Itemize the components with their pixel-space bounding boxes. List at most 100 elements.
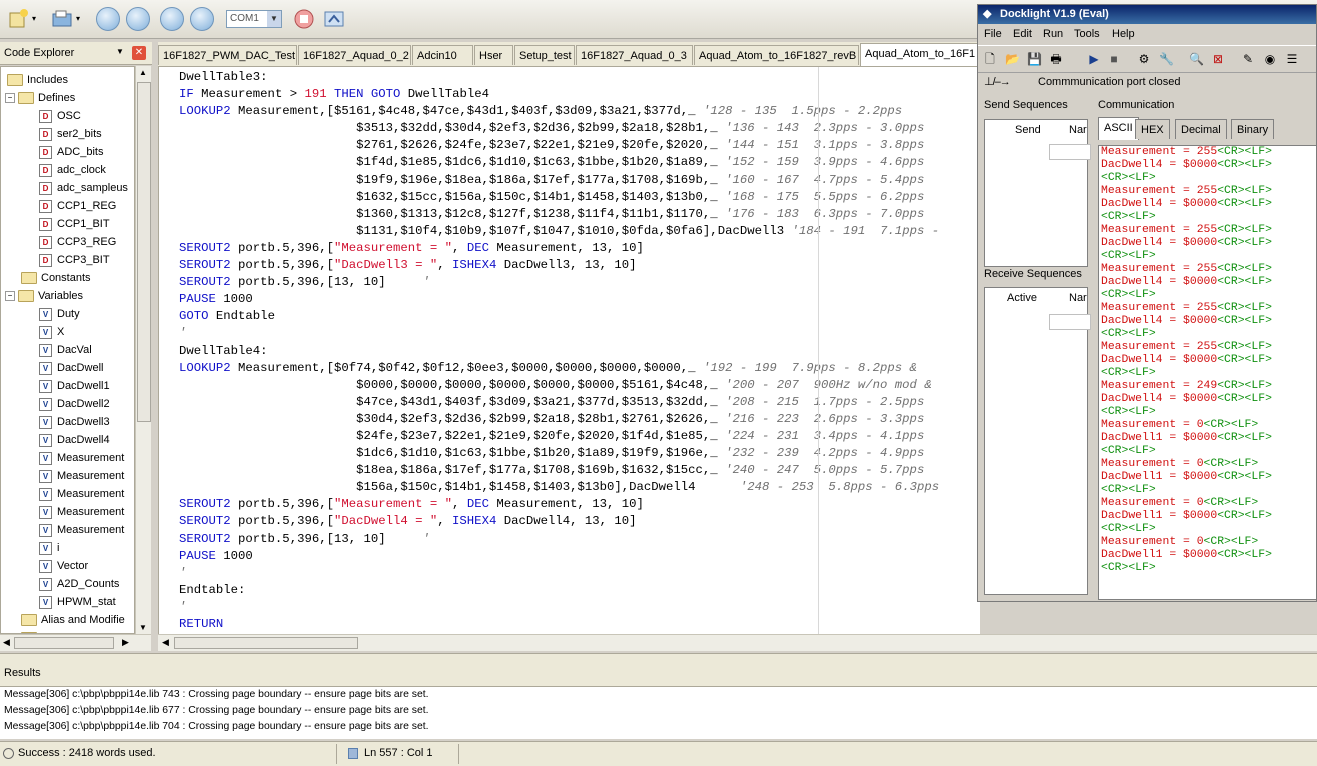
save-icon[interactable]: 💾 (1027, 52, 1042, 66)
code-editor[interactable]: DwellTable3: IF Measurement > 191 THEN G… (158, 67, 980, 634)
snapshot-icon[interactable]: ◉ (1263, 52, 1277, 66)
open-dropdown-icon[interactable]: ▾ (76, 7, 86, 31)
tab-decimal[interactable]: Decimal (1175, 119, 1227, 139)
scroll-right-icon[interactable]: ▶ (122, 637, 129, 648)
print-icon[interactable]: 🖶 (1049, 52, 1063, 66)
tree-item[interactable]: Includes (7, 71, 68, 89)
editor-tab[interactable]: Aquad_Atom_to_16F1827_revB (694, 45, 859, 65)
chevron-down-icon[interactable]: ▼ (116, 47, 124, 56)
loader-icon[interactable] (322, 7, 346, 31)
editor-tab[interactable]: 16F1827_PWM_DAC_Test (158, 45, 297, 65)
scroll-thumb[interactable] (174, 637, 358, 649)
tree-vertical-scrollbar[interactable]: ▲ ▼ (135, 66, 151, 634)
serial-communicator-icon[interactable] (292, 7, 316, 31)
tree-item[interactable]: D CCP3_REG (39, 233, 116, 251)
send-row-field[interactable] (1049, 144, 1091, 160)
tree-item[interactable]: Dser2_bits (39, 125, 102, 143)
editor-tab[interactable]: Aquad_Atom_to_16F1 (860, 43, 980, 66)
tree-item[interactable]: D CCP3_BIT (39, 251, 110, 269)
editor-horizontal-scrollbar[interactable]: ◀ (158, 634, 1317, 651)
open-project-icon[interactable]: 📂 (1005, 52, 1020, 66)
communication-log[interactable]: Measurement = 255<CR><LF> DacDwell4 = $0… (1098, 145, 1316, 600)
stop-icon[interactable]: ■ (1107, 52, 1121, 66)
tree-item[interactable]: V DacVal (39, 341, 92, 359)
menu-edit[interactable]: Edit (1013, 25, 1032, 44)
tree-item[interactable]: V Measurement (39, 521, 124, 539)
start-icon[interactable]: ▶ (1087, 52, 1101, 66)
find-icon[interactable]: 🔍 (1189, 52, 1204, 66)
scroll-down-icon[interactable]: ▼ (139, 623, 147, 632)
editor-tab[interactable]: 16F1827_Aquad_0_3 (576, 45, 693, 65)
result-message[interactable]: Message[306] c:\pbp\pbppi14e.lib 704 : C… (4, 721, 429, 732)
scroll-thumb[interactable] (14, 637, 114, 649)
tree-item[interactable]: D OSC (39, 107, 81, 125)
editor-tab[interactable]: Adcin10 (412, 45, 473, 65)
tab-binary[interactable]: Binary (1231, 119, 1275, 139)
settings-icon[interactable]: ⚙ (1137, 52, 1151, 66)
pause-icon[interactable] (160, 7, 184, 31)
menu-tools[interactable]: Tools (1074, 25, 1100, 44)
close-icon[interactable]: ✕ (132, 46, 146, 60)
scroll-up-icon[interactable]: ▲ (139, 68, 147, 77)
tree-item-label: adc_sampleus (57, 182, 128, 194)
tree-item[interactable]: Constants (21, 269, 91, 287)
tree-item[interactable]: V HPWM_stat (39, 593, 116, 611)
scroll-left-icon[interactable]: ◀ (162, 637, 169, 648)
receive-sequences-list[interactable]: Active Nar (984, 287, 1091, 595)
tree-item-label: HPWM_stat (57, 596, 116, 608)
tree-item[interactable]: VX (39, 323, 64, 341)
open-file-icon[interactable] (50, 7, 74, 31)
tree-item[interactable]: V Measurement (39, 485, 124, 503)
menu-help[interactable]: Help (1112, 25, 1135, 44)
tree-item[interactable]: Dadc_sampleus (39, 179, 128, 197)
collapse-icon[interactable]: − (5, 291, 15, 302)
tree-item[interactable]: V Duty (39, 305, 80, 323)
scroll-left-icon[interactable]: ◀ (3, 637, 10, 648)
scroll-thumb[interactable] (137, 82, 151, 422)
tree-item[interactable]: V Measurement (39, 467, 124, 485)
tree-item[interactable]: V DacDwell (39, 359, 103, 377)
tree-item-label: Measurement (57, 506, 125, 518)
compile-icon[interactable] (96, 7, 120, 31)
tree-item[interactable]: V DacDwell1 (39, 377, 110, 395)
receive-row-field[interactable] (1049, 314, 1091, 330)
tree-item[interactable]: V Measurement (39, 449, 124, 467)
tab-hex[interactable]: HEX (1135, 119, 1170, 139)
result-message[interactable]: Message[306] c:\pbp\pbppi14e.lib 677 : C… (4, 705, 429, 716)
tree-item[interactable]: Vi (39, 539, 59, 557)
tree-item[interactable]: − Defines (5, 89, 75, 107)
tab-ascii[interactable]: ASCII (1098, 117, 1139, 140)
menu-file[interactable]: File (984, 25, 1002, 44)
tree-horizontal-scrollbar[interactable]: ◀ ▶ (0, 634, 151, 651)
compile-program-icon[interactable] (126, 7, 150, 31)
tree-item[interactable]: V Vector (39, 557, 88, 575)
tree-item[interactable]: V DacDwell3 (39, 413, 110, 431)
editor-tab[interactable]: 16F1827_Aquad_0_2 (298, 45, 411, 65)
editor-tab[interactable]: Setup_test (514, 45, 575, 65)
tree-item[interactable]: D CCP1_REG (39, 197, 116, 215)
collapse-icon[interactable]: − (5, 93, 15, 104)
tree-item[interactable]: V Measurement (39, 503, 124, 521)
tree-item[interactable]: Dadc_clock (39, 161, 106, 179)
tree-item[interactable]: V A2D_Counts (39, 575, 119, 593)
log-icon[interactable]: ☰ (1285, 52, 1299, 66)
editor-tab[interactable]: Hser (474, 45, 513, 65)
com-port-select[interactable]: COM1 ▼ (226, 10, 282, 28)
tree-item[interactable]: Alias and Modifie (21, 611, 125, 629)
tree-item[interactable]: − Variables (5, 287, 83, 305)
new-dropdown-icon[interactable]: ▾ (32, 7, 42, 31)
tree-item[interactable]: D CCP1_BIT (39, 215, 110, 233)
new-file-icon[interactable] (6, 7, 30, 31)
program-icon[interactable] (190, 7, 214, 31)
result-message[interactable]: Message[306] c:\pbp\pbppi14e.lib 743 : C… (4, 689, 429, 700)
docklight-title-bar[interactable]: ◆ Docklight V1.9 (Eval) (978, 5, 1316, 24)
send-sequences-list[interactable]: Send Nar (984, 119, 1091, 267)
edit-icon[interactable]: ✎ (1241, 52, 1255, 66)
new-project-icon[interactable]: 🗋 (983, 52, 997, 66)
tools-icon[interactable]: 🔧 (1159, 52, 1174, 66)
tree-item[interactable]: V DacDwell2 (39, 395, 110, 413)
clear-icon[interactable]: ⊠ (1211, 52, 1225, 66)
tree-item[interactable]: D ADC_bits (39, 143, 103, 161)
menu-run[interactable]: Run (1043, 25, 1063, 44)
tree-item[interactable]: V DacDwell4 (39, 431, 110, 449)
